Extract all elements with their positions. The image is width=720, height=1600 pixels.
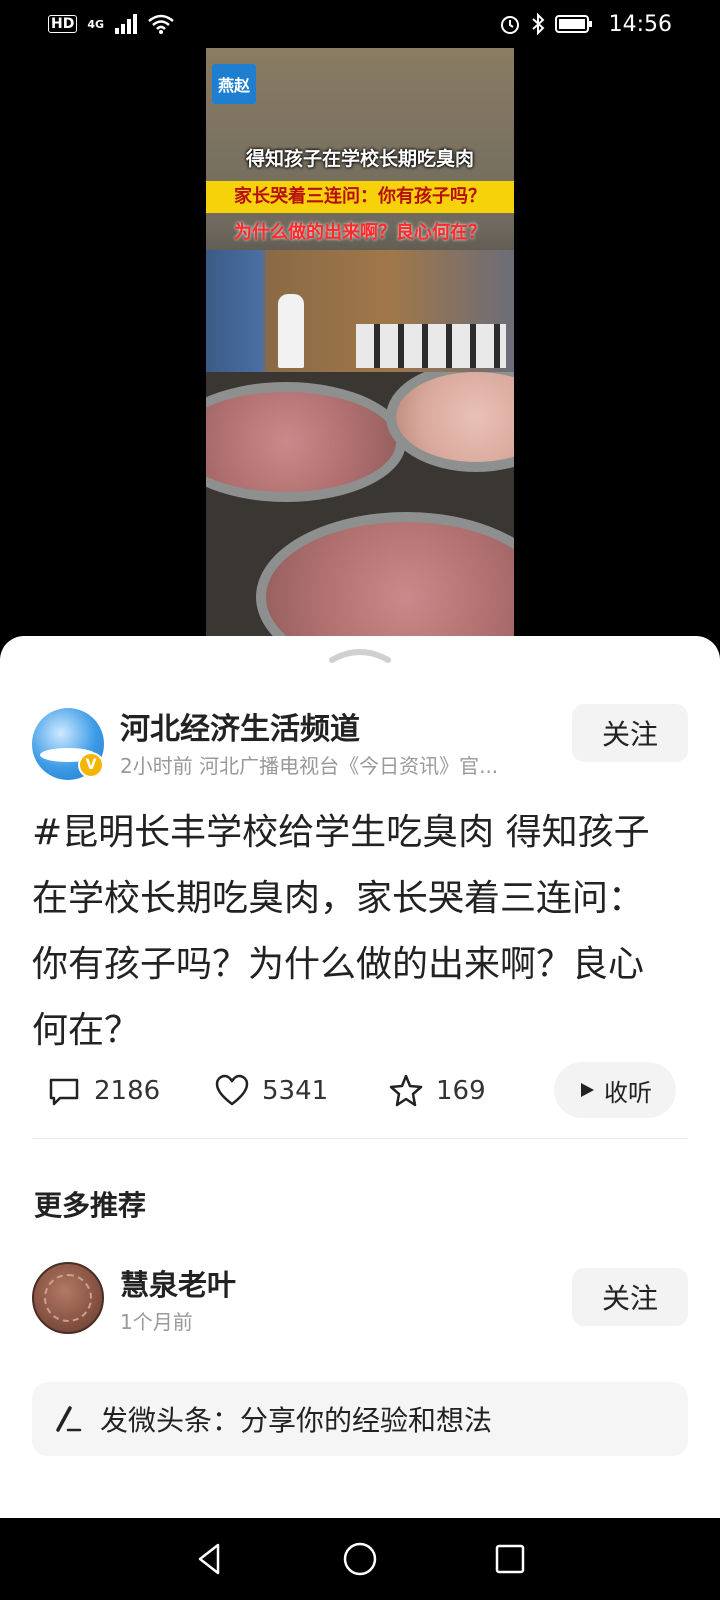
navigation-bar: [0, 1518, 720, 1600]
status-bar: HD 4G 14:56: [0, 0, 720, 48]
back-triangle-icon: [198, 1543, 220, 1575]
sheet-handle-icon[interactable]: [328, 646, 392, 664]
video-frame[interactable]: 燕赵 得知孩子在学校长期吃臭肉 家长哭着三连问：你有孩子吗？ 为什么做的出来啊？…: [206, 48, 514, 638]
recents-button[interactable]: [490, 1539, 530, 1579]
favorite-count: 169: [436, 1076, 486, 1106]
post-text: #昆明长丰学校给学生吃臭肉 得知孩子在学校长期吃臭肉，家长哭着三连问：你有孩子吗…: [32, 812, 650, 1051]
listen-label: 收听: [604, 1078, 652, 1107]
play-icon: [581, 1083, 594, 1097]
pen-icon: [56, 1406, 82, 1432]
battery-icon: [554, 15, 592, 33]
more-recommendations-title: 更多推荐: [34, 1189, 147, 1222]
author-meta: 2小时前 河北广播电视台《今日资讯》官...: [120, 754, 499, 778]
signal-icon: [115, 14, 138, 34]
recommendation-avatar[interactable]: [32, 1262, 104, 1334]
detail-sheet: V 河北经济生活频道 2小时前 河北广播电视台《今日资讯》官... 关注 #昆明…: [0, 636, 720, 1518]
action-row: 2186 5341 169 收听: [32, 1062, 688, 1120]
video-headline-1: 得知孩子在学校长期吃臭肉: [245, 148, 474, 170]
like-count: 5341: [262, 1076, 329, 1106]
comment-count: 2186: [94, 1076, 161, 1106]
coin-ring: [44, 1274, 92, 1322]
alarm-icon: [500, 16, 519, 34]
heart-icon: [215, 1074, 249, 1106]
comment-icon: [49, 1078, 79, 1106]
video-headline-2: 家长哭着三连问：你有孩子吗？: [206, 181, 514, 213]
recommendation-follow-button[interactable]: 关注: [572, 1268, 688, 1326]
home-button[interactable]: [340, 1539, 380, 1579]
verified-badge-icon: V: [78, 752, 104, 778]
scene-chef: [278, 294, 304, 368]
compose-input[interactable]: 发微头条：分享你的经验和想法: [32, 1382, 688, 1456]
recommendation-name[interactable]: 慧泉老叶: [120, 1262, 236, 1304]
hd-indicator: HD: [48, 15, 78, 33]
video-scene-meat: [206, 372, 514, 638]
recommendation-meta: 1个月前: [120, 1310, 193, 1334]
listen-button[interactable]: 收听: [554, 1062, 676, 1118]
back-button[interactable]: [190, 1539, 230, 1579]
channel-logo: 燕赵: [212, 64, 256, 104]
follow-button[interactable]: 关注: [572, 704, 688, 762]
video-headline-3: 为什么做的出来啊？良心何在？: [234, 222, 486, 243]
clock: 14:56: [608, 11, 672, 37]
video-player[interactable]: 燕赵 得知孩子在学校长期吃臭肉 家长哭着三连问：你有孩子吗？ 为什么做的出来啊？…: [0, 48, 720, 638]
author-row: V 河北经济生活频道 2小时前 河北广播电视台《今日资讯》官... 关注: [32, 704, 688, 788]
scene-seats: [356, 324, 506, 368]
video-scene-meeting: [206, 250, 514, 372]
meat-bowl: [386, 372, 514, 472]
network-indicator: 4G: [87, 17, 105, 31]
status-right: 14:56: [499, 12, 672, 37]
home-circle-icon: [343, 1542, 377, 1576]
compose-placeholder: 发微头条：分享你的经验和想法: [100, 1404, 493, 1437]
bluetooth-icon: [531, 13, 545, 35]
recents-square-icon: [495, 1544, 525, 1574]
star-icon: [389, 1074, 423, 1107]
favorite-button[interactable]: 169: [388, 1062, 486, 1120]
recommendation-row[interactable]: 慧泉老叶 1个月前 关注: [32, 1262, 688, 1342]
like-button[interactable]: 5341: [214, 1062, 328, 1120]
author-name[interactable]: 河北经济生活频道: [120, 704, 360, 748]
comment-button[interactable]: 2186: [46, 1062, 160, 1120]
meat-bowl: [206, 382, 406, 502]
meat-bowl: [256, 512, 514, 638]
status-left: HD 4G: [48, 14, 174, 34]
wifi-icon: [148, 14, 174, 34]
divider: [32, 1138, 688, 1139]
